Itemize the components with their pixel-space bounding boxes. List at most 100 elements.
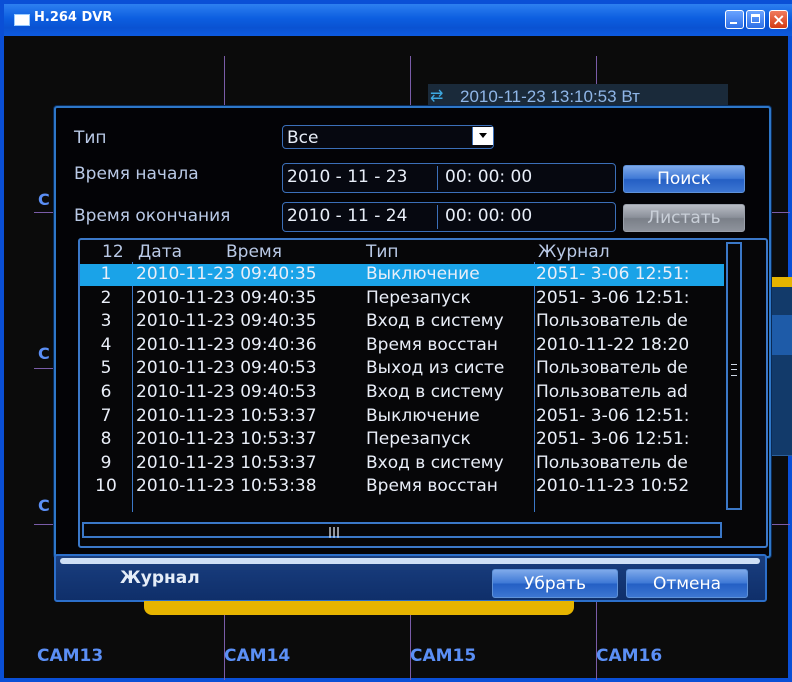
cell-log: 2010-11-22 18:20: [536, 334, 690, 355]
start-date-value[interactable]: 2010 - 11 - 23: [287, 167, 407, 187]
cell-n: 7: [100, 405, 112, 426]
close-icon: ×: [772, 10, 786, 29]
type-select-value: Все: [287, 128, 319, 148]
end-time-label: Время окончания: [74, 206, 231, 226]
footer-title: Журнал: [120, 568, 200, 588]
cell-log: Пользователь de: [536, 452, 688, 473]
table-row[interactable]: 4 2010-11-23 09:40:36 Время восстан 2010-11…: [80, 335, 724, 357]
title-bar[interactable]: H.264 DVR ×: [4, 4, 792, 36]
table-row[interactable]: 8 2010-11-23 10:53:37 Перезапуск 2051- 3-06…: [80, 429, 724, 451]
table-row[interactable]: 1 2010-11-23 09:40:35 Выключение 2051- 3-06…: [80, 264, 724, 286]
maximize-button[interactable]: [746, 10, 765, 29]
cell-datetime: 2010-11-23 09:40:35: [136, 287, 317, 308]
cell-datetime: 2010-11-23 09:40:35: [136, 264, 317, 284]
field-separator: [437, 205, 438, 229]
cell-log: 2051- 3-06 12:51:: [536, 429, 690, 450]
camera-label-side: C: [38, 496, 50, 515]
header-time[interactable]: Время: [226, 242, 282, 262]
cell-n: 1: [100, 264, 112, 284]
cell-type: Выход из систе: [366, 358, 505, 379]
table-row[interactable]: 6 2010-11-23 09:40:53 Вход в систему Пользо…: [80, 382, 724, 404]
cell-type: Вход в систему: [366, 452, 504, 473]
start-time-label: Время начала: [74, 164, 199, 184]
table-row[interactable]: 5 2010-11-23 09:40:53 Выход из систе Пользо…: [80, 358, 724, 380]
cell-n: 9: [100, 452, 112, 473]
camera-label-cam14: CAM14: [224, 646, 291, 666]
end-time-value[interactable]: 00: 00: 00: [445, 206, 532, 226]
row-count: 12: [102, 242, 124, 262]
log-dialog: Тип Все Время начала 2010 - 11 - 23 00: …: [54, 106, 771, 558]
type-select[interactable]: Все: [282, 125, 494, 149]
cell-log: Пользователь ad: [536, 382, 688, 402]
header-log[interactable]: Журнал: [538, 242, 610, 262]
cell-n: 6: [100, 382, 112, 402]
cell-log: 2051- 3-06 12:51:: [536, 264, 690, 284]
cell-n: 8: [100, 429, 112, 450]
start-time-value[interactable]: 00: 00: 00: [445, 167, 532, 187]
window-title: H.264 DVR: [34, 10, 113, 25]
cell-n: 5: [100, 358, 112, 379]
cell-datetime: 2010-11-23 10:53:38: [136, 476, 317, 497]
cell-datetime: 2010-11-23 10:53:37: [136, 405, 317, 426]
cell-type: Выключение: [366, 264, 480, 284]
table-row[interactable]: 7 2010-11-23 10:53:37 Выключение 2051- 3-06…: [80, 406, 724, 428]
scroll-thumb[interactable]: [731, 364, 737, 376]
cell-n: 10: [95, 476, 117, 497]
footer-accent: [144, 601, 574, 615]
cell-type: Вход в систему: [366, 311, 504, 332]
start-datetime-field[interactable]: 2010 - 11 - 23 00: 00: 00: [282, 163, 616, 193]
end-date-value[interactable]: 2010 - 11 - 24: [287, 206, 407, 226]
clear-button[interactable]: Убрать: [492, 569, 618, 598]
cell-log: Пользователь de: [536, 311, 688, 332]
page-button[interactable]: Листать: [623, 204, 745, 232]
cell-n: 4: [100, 334, 112, 355]
horizontal-scrollbar[interactable]: |||: [82, 522, 722, 538]
dropdown-arrow-icon[interactable]: [472, 127, 493, 145]
cell-datetime: 2010-11-23 10:53:37: [136, 452, 317, 473]
header-type[interactable]: Тип: [366, 242, 399, 262]
camera-label-side: C: [38, 190, 50, 209]
cell-log: Пользователь de: [536, 358, 688, 379]
type-label: Тип: [74, 128, 107, 148]
cancel-button[interactable]: Отмена: [626, 569, 748, 598]
end-datetime-field[interactable]: 2010 - 11 - 24 00: 00: 00: [282, 202, 616, 232]
cell-datetime: 2010-11-23 09:40:36: [136, 334, 317, 355]
minimize-button[interactable]: [725, 10, 744, 29]
cell-type: Перезапуск: [366, 287, 471, 308]
camera-label-cam15: CAM15: [410, 646, 477, 666]
camera-label-cam13: CAM13: [37, 646, 104, 666]
cell-datetime: 2010-11-23 10:53:37: [136, 429, 317, 450]
cell-n: 2: [100, 287, 112, 308]
cell-type: Время восстан: [366, 334, 498, 355]
table-row[interactable]: 9 2010-11-23 10:53:37 Вход в систему Пользо…: [80, 453, 724, 475]
dvr-window: H.264 DVR × C C C CAM13 CAM14 CAM15 CAM1…: [0, 0, 792, 682]
cell-log: 2010-11-23 10:52: [536, 476, 690, 497]
cell-type: Время восстан: [366, 476, 498, 497]
refresh-icon: ⇄: [430, 88, 444, 105]
search-button[interactable]: Поиск: [623, 165, 745, 193]
cell-datetime: 2010-11-23 09:40:53: [136, 358, 317, 379]
app-icon: [14, 14, 30, 26]
cell-n: 3: [100, 311, 112, 332]
datetime-text: 2010-11-23 13:10:53 Вт: [460, 87, 640, 106]
camera-label-side: C: [38, 344, 50, 363]
footer-highlight: [60, 558, 760, 564]
cell-log: 2051- 3-06 12:51:: [536, 287, 690, 308]
vertical-scrollbar[interactable]: [726, 242, 742, 510]
cell-log: 2051- 3-06 12:51:: [536, 405, 690, 426]
minimize-icon: [730, 22, 737, 24]
camera-label-cam16: CAM16: [596, 646, 663, 666]
close-button[interactable]: ×: [769, 10, 788, 29]
header-date[interactable]: Дата: [138, 242, 182, 262]
footer-bar: Журнал Убрать Отмена: [54, 554, 767, 602]
log-table: 12 Дата Время Тип Журнал 1 2010-11-23 09:…: [78, 238, 768, 548]
cell-datetime: 2010-11-23 09:40:53: [136, 382, 317, 402]
table-row[interactable]: 10 2010-11-23 10:53:38 Время восстан 2010-1…: [80, 476, 724, 498]
cell-type: Перезапуск: [366, 429, 471, 450]
table-row[interactable]: 2 2010-11-23 09:40:35 Перезапуск 2051- 3-06…: [80, 288, 724, 310]
maximize-icon: [751, 14, 760, 23]
cell-datetime: 2010-11-23 09:40:35: [136, 311, 317, 332]
cell-type: Выключение: [366, 405, 480, 426]
table-row[interactable]: 3 2010-11-23 09:40:35 Вход в систему Пользо…: [80, 311, 724, 333]
hscroll-thumb[interactable]: |||: [328, 525, 340, 538]
